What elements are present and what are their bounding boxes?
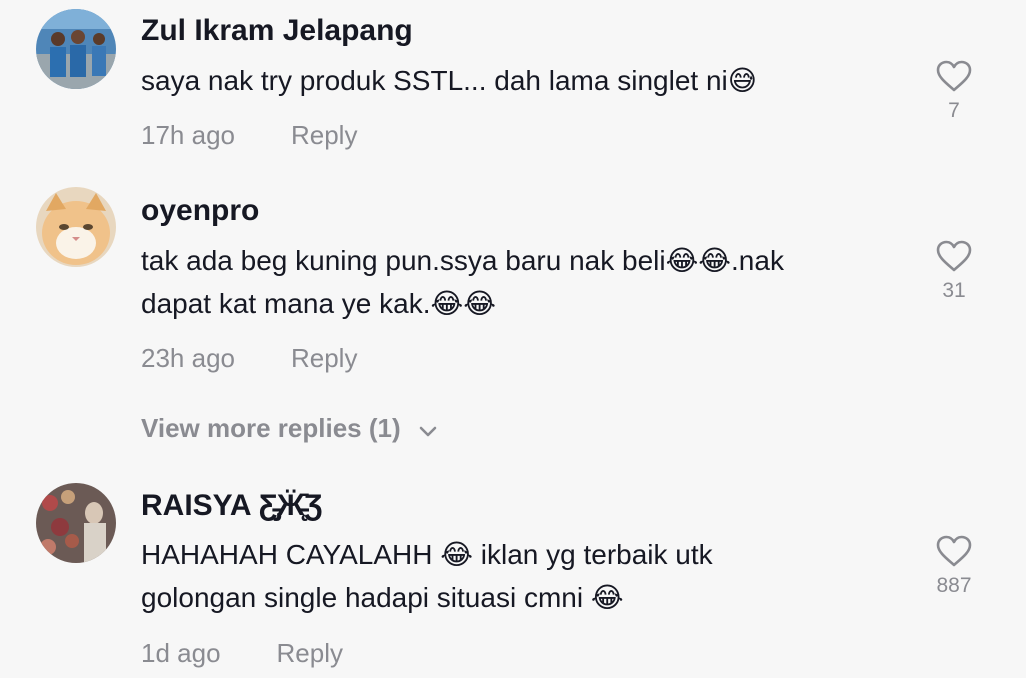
heart-icon [936,240,972,272]
comment-timestamp: 17h ago [141,120,235,150]
like-button[interactable]: 887 [924,535,984,598]
view-more-replies-button[interactable]: View more replies (1) [141,413,438,446]
view-more-replies-label: View more replies (1) [141,413,401,443]
comment-username[interactable]: RAISYA Ƹ̵̡Ӝ̵̨̄Ʒ [141,489,323,523]
like-count: 887 [936,574,972,597]
cat-photo-avatar-icon [36,187,116,267]
comment-timestamp: 23h ago [141,343,235,373]
comment-list: Zul Ikram Jelapang saya nak try produk S… [0,0,1026,678]
reply-button[interactable]: Reply [291,120,357,150]
like-button[interactable]: 7 [924,60,984,123]
reply-button[interactable]: Reply [291,343,357,373]
avatar[interactable] [36,9,116,89]
like-count: 31 [942,279,966,302]
reply-button[interactable]: Reply [277,638,343,668]
comment-username[interactable]: oyenpro [141,194,259,228]
comment-text: tak ada beg kuning pun.ssya baru nak bel… [141,245,784,319]
comment-meta: 1d ago Reply [141,638,343,669]
avatar[interactable] [36,187,116,267]
user-photo-avatar-icon [36,483,116,563]
heart-icon [936,535,972,567]
heart-icon [936,60,972,92]
like-count: 7 [948,99,960,122]
comment-meta: 17h ago Reply [141,120,357,151]
comment-meta: 23h ago Reply [141,343,357,374]
comment-timestamp: 1d ago [141,638,221,668]
comment-text: saya nak try produk SSTL... dah lama sin… [141,65,757,96]
chevron-down-icon [418,415,438,446]
like-button[interactable]: 31 [924,240,984,303]
user-photo-avatar-icon [36,9,116,89]
comment-username[interactable]: Zul Ikram Jelapang [141,14,413,48]
comment-text: HAHAHAH CAYALAHH 😂 iklan yg terbaik utk … [141,539,713,613]
avatar[interactable] [36,483,116,563]
